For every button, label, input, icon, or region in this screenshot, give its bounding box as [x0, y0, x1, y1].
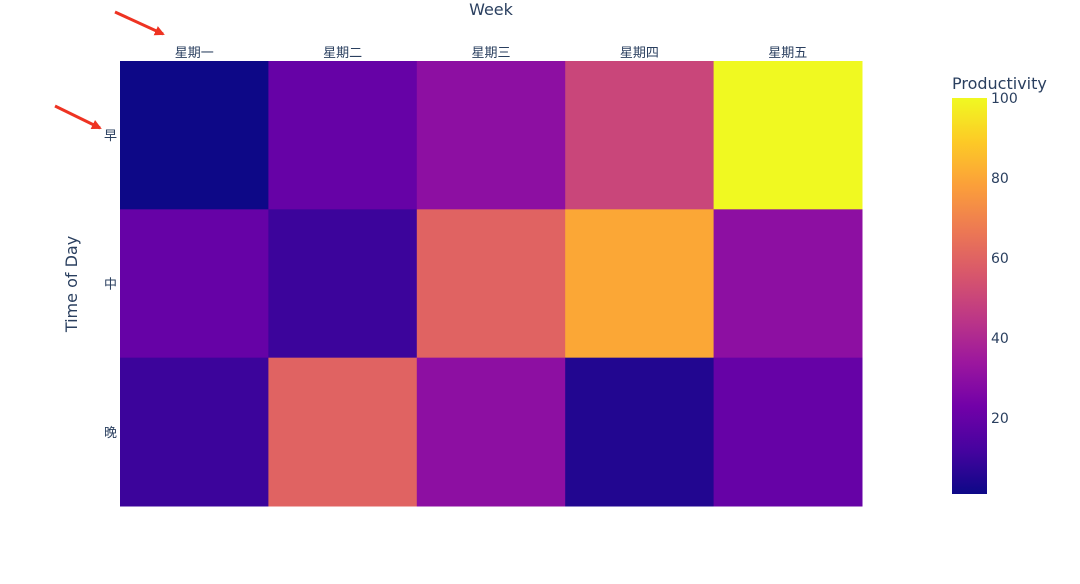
y-tick-labels: 早中晚 [104, 129, 117, 441]
colorbar: Productivity 20406080100 [952, 74, 1047, 494]
y-tick-label: 早 [104, 129, 117, 144]
heatmap-cell [565, 209, 715, 359]
y-tick-label: 晚 [104, 426, 117, 441]
y-tick-label: 中 [104, 278, 117, 293]
colorbar-gradient [952, 98, 987, 494]
colorbar-tick-label: 80 [991, 171, 1009, 187]
x-tick-label: 星期一 [175, 46, 214, 61]
colorbar-tick-label: 40 [991, 331, 1009, 347]
heatmap-cell [565, 357, 715, 507]
colorbar-ticks: 20 40 60 80 100 [991, 91, 1018, 427]
heatmap-cell [416, 209, 566, 359]
x-tick-label: 星期五 [768, 46, 807, 61]
heatmap-cell [713, 357, 863, 507]
heatmap-cell [713, 61, 863, 210]
heatmap-cell [268, 209, 418, 359]
y-axis-title: Time of Day [62, 236, 81, 333]
heatmap-cell [416, 61, 566, 210]
x-tick-label: 星期三 [471, 46, 510, 61]
heatmap-cell [713, 209, 863, 359]
colorbar-tick-label: 20 [991, 411, 1009, 427]
colorbar-tick-label: 100 [991, 91, 1018, 107]
heatmap-chart: 星期一 星期二 星期三 星期四 星期五 早中晚 Week Time of Day Pro… [54, 0, 1047, 507]
arrow-to-morning-label [54, 104, 102, 130]
heatmap-cell [120, 357, 269, 507]
heatmap-cell [416, 357, 566, 507]
x-tick-labels: 星期一 星期二 星期三 星期四 星期五 [175, 46, 808, 61]
x-tick-label: 星期四 [620, 46, 659, 61]
heatmap-cell [120, 209, 269, 359]
heatmap-cell [268, 61, 418, 210]
heatmap-cells [120, 61, 863, 507]
x-axis-title: Week [469, 0, 514, 19]
heatmap-cell [268, 357, 418, 507]
heatmap-cell [120, 61, 269, 210]
heatmap-cell [565, 61, 715, 210]
arrow-to-monday-label [114, 10, 165, 36]
x-tick-label: 星期二 [323, 46, 362, 61]
colorbar-tick-label: 60 [991, 251, 1009, 267]
